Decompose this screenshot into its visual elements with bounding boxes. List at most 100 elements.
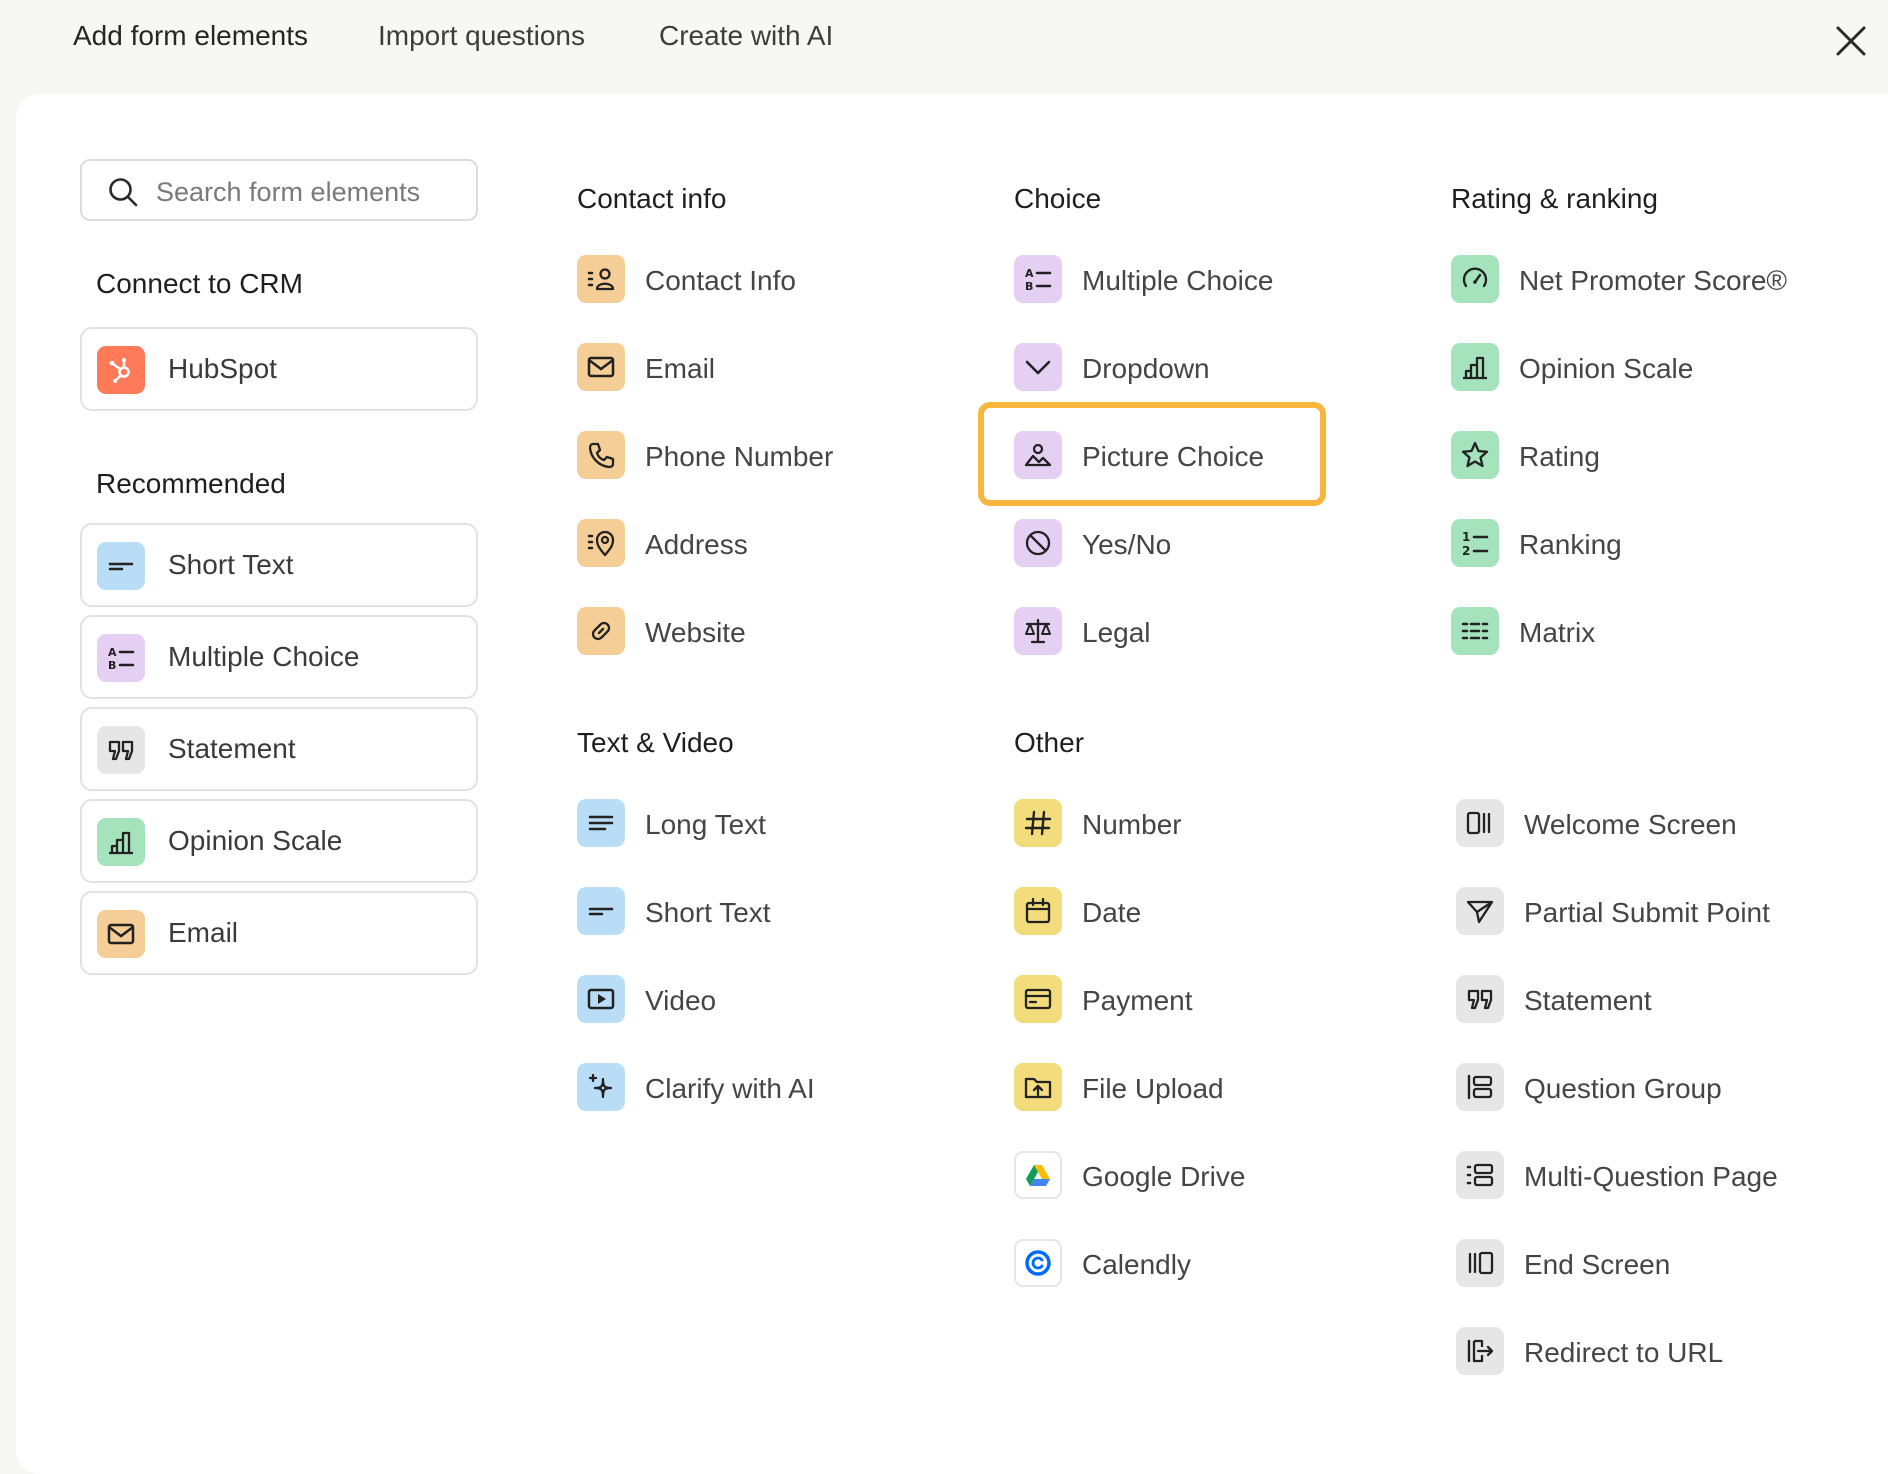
element-date[interactable]: Date [1014,887,1414,937]
text-video-heading: Text & Video [577,727,734,758]
numbered-list-icon: 12 [1451,519,1499,567]
element-email[interactable]: Email [577,343,977,393]
element-label: Dropdown [1082,353,1210,384]
element-label: Website [645,617,746,648]
close-icon [1836,26,1866,56]
element-label: Video [645,985,717,1016]
phone-icon [577,431,625,479]
element-label: Contact Info [645,265,796,296]
recommended-item-label: Opinion Scale [168,825,343,856]
tab-import-questions[interactable]: Import questions [378,20,585,52]
recommended-heading: Recommended [96,468,286,499]
crm-item-label: HubSpot [168,353,277,384]
tab-create-with-ai[interactable]: Create with AI [659,20,833,52]
element-short-text[interactable]: Short Text [577,887,977,937]
element-payment[interactable]: Payment [1014,975,1414,1025]
element-net-promoter-score[interactable]: Net Promoter Score® [1451,255,1851,305]
element-label: File Upload [1082,1073,1224,1104]
element-file-upload[interactable]: File Upload [1014,1063,1414,1113]
recommended-item-statement[interactable]: Statement [80,707,478,791]
tab-add-form-elements[interactable]: Add form elements [73,20,308,52]
element-label: End Screen [1524,1249,1671,1280]
calendly-icon [1014,1239,1062,1287]
element-label: Date [1082,897,1142,928]
quote-icon [97,726,145,774]
end-screen-icon [1456,1239,1504,1287]
element-label: Email [645,353,716,384]
element-label: Rating [1519,441,1600,472]
element-picture-choice[interactable]: Picture Choice [1014,431,1414,481]
google-drive-icon [1014,1151,1062,1199]
element-contact-info[interactable]: Contact Info [577,255,977,305]
svg-text:B: B [1025,280,1033,293]
svg-text:1: 1 [1462,530,1470,544]
element-multi-question-page[interactable]: Multi-Question Page [1456,1151,1856,1201]
quote-icon [1456,975,1504,1023]
recommended-item-email[interactable]: Email [80,891,478,975]
close-button[interactable] [1832,22,1870,60]
choice-heading: Choice [1014,183,1102,214]
video-play-icon [577,975,625,1023]
element-website[interactable]: Website [577,607,977,657]
rating-heading: Rating & ranking [1451,183,1659,214]
element-partial-submit-point[interactable]: Partial Submit Point [1456,887,1856,937]
element-label: Legal [1082,617,1151,648]
folder-upload-icon [1014,1063,1062,1111]
element-label: Long Text [645,809,766,840]
sparkle-icon [577,1063,625,1111]
crm-item-hubspot[interactable]: HubSpot [80,327,478,411]
element-dropdown[interactable]: Dropdown [1014,343,1414,393]
element-label: Multiple Choice [1082,265,1274,296]
element-number[interactable]: Number [1014,799,1414,849]
element-google-drive[interactable]: Google Drive [1014,1151,1414,1201]
element-opinion-scale[interactable]: Opinion Scale [1451,343,1851,393]
element-clarify-with-ai[interactable]: Clarify with AI [577,1063,977,1113]
element-matrix[interactable]: Matrix [1451,607,1851,657]
element-label: Short Text [645,897,771,928]
crm-heading: Connect to CRM [96,268,303,299]
element-video[interactable]: Video [577,975,977,1025]
svg-text:A: A [108,646,117,659]
picture-icon [1014,431,1062,479]
element-rating[interactable]: Rating [1451,431,1851,481]
redirect-icon [1456,1327,1504,1375]
star-icon [1451,431,1499,479]
element-multiple-choice[interactable]: AB Multiple Choice [1014,255,1414,305]
element-question-group[interactable]: Question Group [1456,1063,1856,1113]
search-input[interactable] [154,171,468,213]
scales-icon [1014,607,1062,655]
element-yes-no[interactable]: Yes/No [1014,519,1414,569]
element-label: Welcome Screen [1524,809,1737,840]
long-text-icon [577,799,625,847]
element-welcome-screen[interactable]: Welcome Screen [1456,799,1856,849]
multiple-choice-icon: AB [1014,255,1062,303]
contact-info-heading: Contact info [577,183,727,214]
element-end-screen[interactable]: End Screen [1456,1239,1856,1289]
element-address[interactable]: Address [577,519,977,569]
search-box [80,159,478,221]
recommended-item-label: Multiple Choice [168,641,360,672]
element-legal[interactable]: Legal [1014,607,1414,657]
recommended-item-label: Short Text [168,549,294,580]
multiple-choice-icon: AB [97,634,145,682]
element-statement[interactable]: Statement [1456,975,1856,1025]
element-ranking[interactable]: 12 Ranking [1451,519,1851,569]
other-heading: Other [1014,727,1085,758]
element-redirect-to-url[interactable]: Redirect to URL [1456,1327,1856,1377]
element-label: Multi-Question Page [1524,1161,1778,1192]
grid-icon [1451,607,1499,655]
recommended-item-opinion-scale[interactable]: Opinion Scale [80,799,478,883]
calendar-icon [1014,887,1062,935]
send-icon [1456,887,1504,935]
element-phone-number[interactable]: Phone Number [577,431,977,481]
element-long-text[interactable]: Long Text [577,799,977,849]
question-group-icon [1456,1063,1504,1111]
element-label: Yes/No [1082,529,1172,560]
element-label: Number [1082,809,1182,840]
short-text-icon [97,542,145,590]
element-calendly[interactable]: Calendly [1014,1239,1414,1289]
link-icon [577,607,625,655]
recommended-item-multiple-choice[interactable]: AB Multiple Choice [80,615,478,699]
recommended-item-short-text[interactable]: Short Text [80,523,478,607]
element-label: Statement [1524,985,1652,1016]
